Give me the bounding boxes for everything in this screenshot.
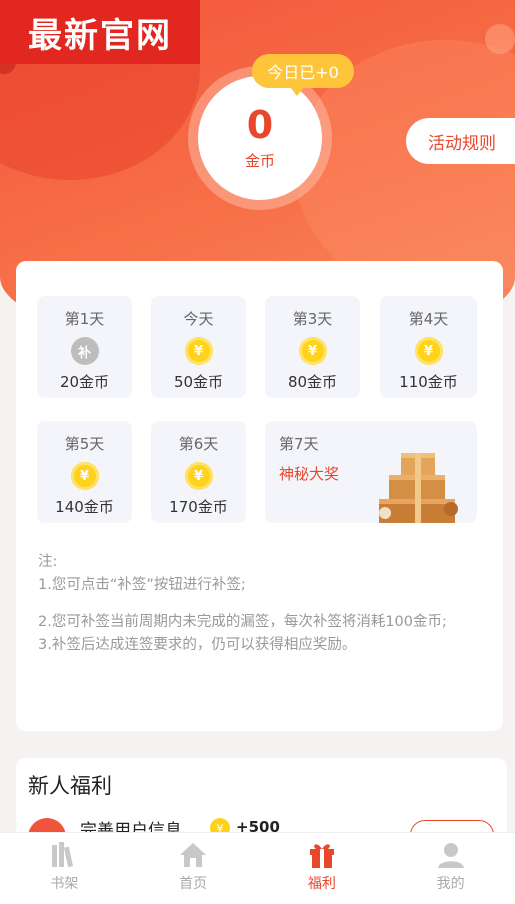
day-title: 第6天 bbox=[178, 435, 219, 453]
coin-count: 0 bbox=[246, 102, 274, 147]
coin-icon: ¥ bbox=[184, 462, 213, 490]
coin-unit: 金币 bbox=[244, 152, 275, 171]
tab-label: 我的 bbox=[436, 876, 465, 892]
day-reward: 110金币 bbox=[399, 373, 458, 391]
tab-welfare[interactable]: 福利 bbox=[258, 833, 387, 904]
checkin-day-4[interactable]: 第4天 ¥ 110金币 bbox=[380, 296, 477, 398]
coin-icon: ¥ bbox=[184, 337, 213, 365]
checkin-day-today[interactable]: 今天 ¥ 50金币 bbox=[151, 296, 246, 398]
tab-label: 福利 bbox=[307, 876, 336, 892]
day-reward: 80金币 bbox=[287, 373, 338, 391]
coin-icon: ¥ bbox=[414, 337, 443, 365]
section-title: 新人福利 bbox=[28, 774, 112, 798]
note-header: 注: bbox=[38, 554, 58, 570]
watermark-banner: 最新官网 bbox=[0, 0, 200, 64]
checkin-day-6[interactable]: 第6天 ¥ 170金币 bbox=[151, 421, 246, 523]
note-line: 1.您可点击“补签”按钮进行补签; bbox=[38, 577, 246, 593]
tab-label: 书架 bbox=[50, 876, 79, 892]
tab-bookshelf[interactable]: 书架 bbox=[0, 833, 129, 904]
coin-icon: ¥ bbox=[70, 462, 99, 490]
day-reward: 140金币 bbox=[55, 498, 114, 516]
day-title: 第7天 bbox=[279, 435, 319, 453]
day-title: 第4天 bbox=[408, 310, 449, 328]
day-title: 第3天 bbox=[292, 310, 333, 328]
bookshelf-icon bbox=[52, 842, 74, 868]
gift-icon bbox=[309, 844, 334, 868]
note-line: 2.您可补签当前周期内未完成的漏签，每次补签将消耗100金币; bbox=[38, 614, 447, 630]
coin-icon: ¥ bbox=[298, 337, 327, 365]
note-line: 3.补签后达成连签要求的，仍可以获得相应奖励。 bbox=[38, 637, 357, 653]
supplement-icon[interactable]: 补 bbox=[70, 337, 99, 365]
checkin-day-3[interactable]: 第3天 ¥ 80金币 bbox=[265, 296, 360, 398]
day-title: 今天 bbox=[183, 310, 214, 328]
gift-box-icon bbox=[379, 453, 458, 523]
bottom-tab-bar: 书架 首页 福利 我的 bbox=[0, 832, 515, 904]
tab-label: 首页 bbox=[179, 876, 208, 892]
day-title: 第1天 bbox=[64, 310, 105, 328]
user-icon bbox=[437, 843, 464, 868]
decor-blob bbox=[485, 24, 515, 54]
day-reward: 170金币 bbox=[169, 498, 228, 516]
checkin-notes: 注: 1.您可点击“补签”按钮进行补签; 2.您可补签当前周期内未完成的漏签，每… bbox=[38, 551, 483, 665]
checkin-day-7[interactable]: 第7天 神秘大奖 bbox=[265, 421, 477, 523]
day-reward: 20金币 bbox=[59, 373, 110, 391]
checkin-day-5[interactable]: 第5天 ¥ 140金币 bbox=[37, 421, 132, 523]
tab-mine[interactable]: 我的 bbox=[386, 833, 515, 904]
day-reward: 50金币 bbox=[173, 373, 224, 391]
day-title: 第5天 bbox=[64, 435, 105, 453]
today-earned-badge: 今日已+0 bbox=[252, 54, 354, 96]
home-icon bbox=[180, 843, 207, 867]
checkin-card: 第1天 补 20金币 今天 ¥ 50金币 第3天 ¥ 80金币 第4天 ¥ 11… bbox=[16, 261, 503, 731]
checkin-day-1[interactable]: 第1天 补 20金币 bbox=[37, 296, 132, 398]
mystery-prize-label: 神秘大奖 bbox=[279, 465, 340, 483]
activity-rules-button[interactable]: 活动规则 bbox=[406, 118, 515, 164]
tab-home[interactable]: 首页 bbox=[129, 833, 258, 904]
